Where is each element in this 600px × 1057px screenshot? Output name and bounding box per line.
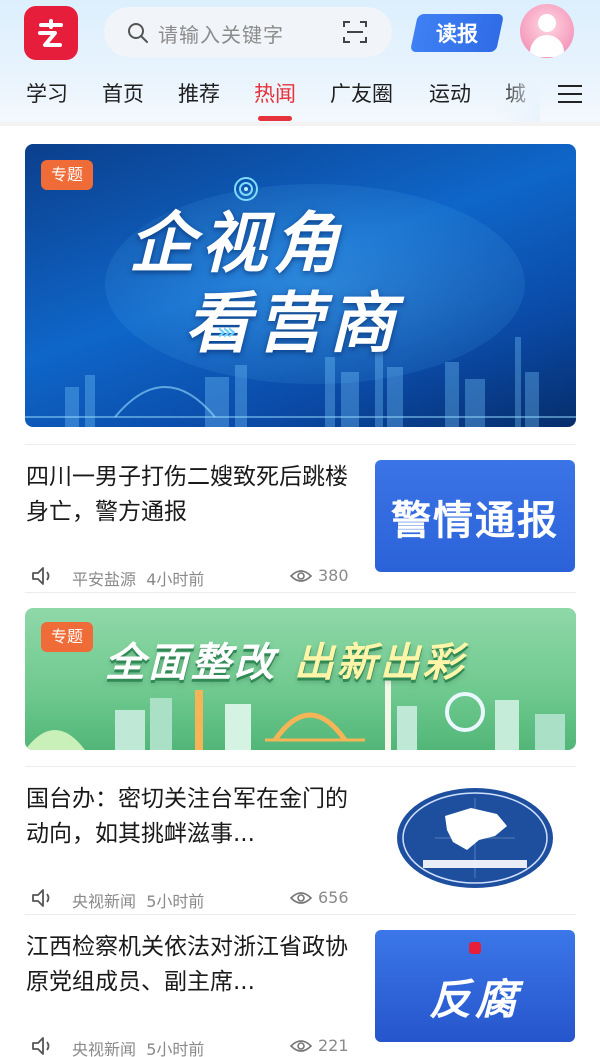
app-logo[interactable] bbox=[24, 6, 78, 60]
news-meta: 央视新闻 5小时前 656 bbox=[26, 886, 352, 911]
news-title[interactable]: 国台办：密切关注台军在金门的动向，如其挑衅滋事... bbox=[26, 782, 348, 852]
news-feed: 专题 企视角 看营商 ››› 四川一男子打伤二嫂致死后跳楼身亡，警方通报 平安盐… bbox=[0, 126, 600, 1057]
read-newspaper-button[interactable]: 读报 bbox=[409, 14, 505, 52]
views-eye-icon bbox=[290, 892, 312, 904]
channel-tabs: 学习 首页 推荐 热闻 广友圈 运动 城 bbox=[0, 76, 600, 122]
topic-badge: 专题 bbox=[41, 160, 94, 190]
news-title[interactable]: 江西检察机关依法对浙江省政协原党组成员、副主席... bbox=[26, 930, 348, 1000]
news-item[interactable]: 四川一男子打伤二嫂致死后跳楼身亡，警方通报 平安盐源 4小时前 380 警情通报 bbox=[0, 460, 600, 610]
news-title[interactable]: 四川一男子打伤二嫂致死后跳楼身亡，警方通报 bbox=[26, 460, 348, 530]
news-meta: 央视新闻 5小时前 221 bbox=[26, 1034, 352, 1057]
top-header: 请输入关键字 读报 学习 首页 推荐 热闻 广友圈 运动 城 bbox=[0, 0, 600, 122]
active-tab-indicator bbox=[258, 116, 292, 121]
view-count: 380 bbox=[318, 566, 349, 585]
view-count: 221 bbox=[318, 1036, 349, 1055]
news-item[interactable]: 江西检察机关依法对浙江省政协原党组成员、副主席... 央视新闻 5小时前 221… bbox=[0, 930, 600, 1057]
divider bbox=[25, 766, 576, 767]
search-placeholder[interactable]: 请输入关键字 bbox=[158, 19, 284, 48]
speaker-icon[interactable] bbox=[30, 1035, 54, 1057]
tab-study[interactable]: 学习 bbox=[26, 78, 68, 108]
topic-banner-rectification[interactable]: 专题 全面整改 出新出彩 bbox=[25, 608, 576, 750]
speaker-icon[interactable] bbox=[30, 887, 54, 909]
avatar-head-shape bbox=[538, 14, 556, 32]
taiwan-affairs-office-seal bbox=[397, 788, 553, 888]
divider bbox=[25, 592, 576, 593]
tab-friends-circle[interactable]: 广友圈 bbox=[330, 78, 393, 108]
tab-recommend[interactable]: 推荐 bbox=[178, 78, 220, 108]
news-thumbnail[interactable]: 反腐 bbox=[375, 930, 575, 1042]
news-source: 平安盐源 4小时前 bbox=[72, 570, 205, 589]
tab-sports[interactable]: 运动 bbox=[429, 78, 471, 108]
chevrons-icon: ››› bbox=[217, 320, 236, 345]
views-eye-icon bbox=[290, 1040, 312, 1052]
news-thumbnail[interactable]: 警情通报 bbox=[375, 460, 575, 572]
tab-home[interactable]: 首页 bbox=[102, 78, 144, 108]
divider bbox=[25, 914, 576, 915]
read-newspaper-label: 读报 bbox=[436, 22, 478, 46]
thumbnail-text: 反腐 bbox=[428, 975, 521, 1024]
avatar-body-shape bbox=[530, 35, 564, 57]
app-logo-mini-icon bbox=[469, 942, 481, 954]
thumbnail-text: 警情通报 bbox=[391, 498, 559, 544]
speaker-icon[interactable] bbox=[30, 565, 54, 587]
news-meta: 平安盐源 4小时前 380 bbox=[26, 564, 352, 589]
banner-headline: 全面整改 出新出彩 bbox=[105, 640, 466, 686]
news-source: 央视新闻 5小时前 bbox=[72, 892, 205, 911]
topic-banner-business[interactable]: 专题 企视角 看营商 ››› bbox=[25, 144, 576, 427]
logo-mark-icon bbox=[38, 19, 63, 47]
user-avatar[interactable] bbox=[520, 4, 574, 58]
tab-hot-news[interactable]: 热闻 bbox=[254, 78, 296, 108]
news-source: 央视新闻 5小时前 bbox=[72, 1040, 205, 1057]
search-bar[interactable]: 请输入关键字 bbox=[104, 7, 392, 57]
views-eye-icon bbox=[290, 570, 312, 582]
divider bbox=[25, 444, 576, 445]
news-item[interactable]: 国台办：密切关注台军在金门的动向，如其挑衅滋事... 央视新闻 5小时前 656 bbox=[0, 778, 600, 932]
search-icon bbox=[128, 23, 148, 43]
tab-overflow-fade bbox=[500, 76, 540, 122]
channel-menu-icon[interactable] bbox=[558, 83, 582, 105]
topic-badge: 专题 bbox=[41, 622, 94, 652]
scan-icon[interactable] bbox=[342, 19, 368, 45]
banner-title-line2: 看营商 bbox=[185, 284, 401, 362]
view-count: 656 bbox=[318, 888, 349, 907]
news-thumbnail[interactable] bbox=[375, 778, 575, 898]
